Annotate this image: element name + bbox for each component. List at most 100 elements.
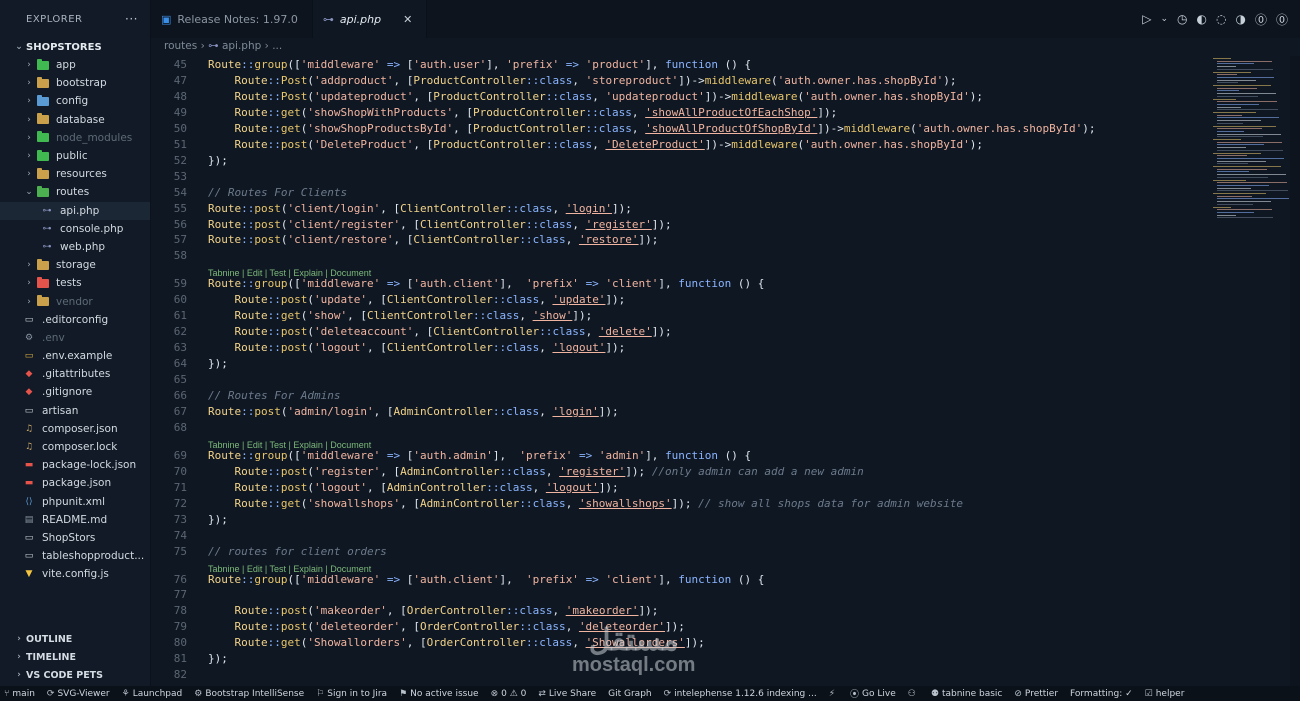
run-icon[interactable]: ▷ bbox=[1142, 12, 1151, 26]
panel-outline[interactable]: › OUTLINE bbox=[0, 630, 150, 648]
tree-item[interactable]: ⟨⟩ phpunit.xml bbox=[0, 493, 150, 511]
status-item[interactable]: ⚘ Launchpad bbox=[122, 689, 183, 699]
code-line[interactable]: }); bbox=[208, 513, 228, 526]
status-item[interactable]: ⚙ Bootstrap IntelliSense bbox=[194, 689, 304, 699]
code-line[interactable]: Route::post('deleteaccount', [ClientCont… bbox=[208, 325, 672, 338]
ellipsis-icon[interactable]: ··· bbox=[125, 12, 138, 26]
tree-item[interactable]: ▤ README.md bbox=[0, 511, 150, 529]
panel-timeline[interactable]: › TIMELINE bbox=[0, 648, 150, 666]
commit-icon[interactable]: ◌ bbox=[1216, 12, 1226, 26]
minimap-line bbox=[1217, 130, 1244, 132]
tree-item[interactable]: › app bbox=[0, 56, 150, 74]
tree-item[interactable]: ▼ vite.config.js bbox=[0, 565, 150, 583]
minimap[interactable] bbox=[1205, 56, 1300, 686]
tree-item[interactable]: ⊶ console.php bbox=[0, 220, 150, 238]
status-item[interactable]: ⚡ bbox=[829, 689, 838, 699]
code-line[interactable]: Route::post('logout', [AdminController::… bbox=[208, 481, 619, 494]
code-line[interactable]: Route::post('DeleteProduct', [ProductCon… bbox=[208, 138, 983, 151]
status-item[interactable]: ☑ helper bbox=[1145, 689, 1185, 699]
code-line[interactable]: Route::post('register', [AdminController… bbox=[208, 465, 864, 478]
code-line[interactable]: // Routes For Clients bbox=[208, 186, 347, 199]
tree-item[interactable]: ▭ ShopStors bbox=[0, 529, 150, 547]
tree-item[interactable]: › vendor bbox=[0, 292, 150, 310]
code-line[interactable]: Route::Post('updateproduct', [ProductCon… bbox=[208, 90, 983, 103]
tree-item[interactable]: ◆ .gitignore bbox=[0, 383, 150, 401]
tree-item[interactable]: ⚙ .env bbox=[0, 329, 150, 347]
status-item[interactable]: ⇄ Live Share bbox=[538, 689, 596, 699]
tree-item[interactable]: › node_modules bbox=[0, 129, 150, 147]
tree-item[interactable]: › bootstrap bbox=[0, 74, 150, 92]
code-line[interactable]: Route::get('showShopWithProducts', [Prod… bbox=[208, 106, 838, 119]
tab-api-php[interactable]: ⊶ api.php ✕ bbox=[312, 0, 428, 38]
status-item[interactable]: ⚉ tabnine basic bbox=[931, 689, 1003, 699]
panel-label: VS CODE PETS bbox=[26, 669, 104, 681]
tree-item[interactable]: ⊶ api.php bbox=[0, 201, 150, 220]
code-line[interactable]: Route::post('makeorder', [OrderControlle… bbox=[208, 604, 659, 617]
status-item[interactable]: ⦿ Go Live bbox=[850, 687, 896, 701]
status-item[interactable]: ⊗ 0 ⚠ 0 bbox=[491, 689, 527, 699]
status-item[interactable]: ⑂ main bbox=[4, 689, 35, 699]
history-icon[interactable]: ◷ bbox=[1177, 12, 1187, 26]
tree-item[interactable]: › storage bbox=[0, 256, 150, 274]
breadcrumb-file[interactable]: api.php bbox=[222, 40, 261, 52]
tree-item[interactable]: › database bbox=[0, 111, 150, 129]
code-editor[interactable]: 45 Route::group(['middleware' => ['auth.u… bbox=[151, 56, 1201, 686]
go-forward-icon[interactable]: ◑ bbox=[1235, 12, 1245, 26]
breadcrumb-routes[interactable]: routes bbox=[164, 40, 197, 52]
tree-item[interactable]: ▭ .env.example bbox=[0, 347, 150, 365]
code-line[interactable]: Route::post('update', [ClientController:… bbox=[208, 293, 626, 306]
tree-item[interactable]: ◆ .gitattributes bbox=[0, 365, 150, 383]
tree-item[interactable]: ♫ composer.lock bbox=[0, 438, 150, 456]
code-line[interactable]: Route::post('logout', [ClientController:… bbox=[208, 341, 626, 354]
status-item[interactable]: ⟳ intelephense 1.12.6 indexing ... bbox=[664, 689, 817, 699]
code-line[interactable]: Route::get ('showShopProductsById', [Prod… bbox=[208, 122, 1096, 135]
line-number: 45 bbox=[173, 58, 187, 71]
breadcrumb-symbol[interactable]: ... bbox=[272, 40, 282, 52]
code-line[interactable]: Route::post('client/login', [ClientContr… bbox=[208, 202, 632, 215]
code-line[interactable]: // routes for client orders bbox=[208, 545, 387, 558]
code-line[interactable]: // Routes For Admins bbox=[208, 389, 340, 402]
code-line[interactable]: }); bbox=[208, 154, 228, 167]
tree-item[interactable]: › config bbox=[0, 92, 150, 110]
code-line[interactable]: Route::group(['middleware' => ['auth.cli… bbox=[208, 277, 764, 290]
github-icon[interactable]: ⓪ bbox=[1255, 11, 1267, 28]
status-item[interactable]: ⚇ bbox=[908, 689, 919, 699]
tree-item[interactable]: › resources bbox=[0, 165, 150, 183]
tree-item[interactable]: ⌄ routes bbox=[0, 183, 150, 201]
status-item[interactable]: ⚐ Sign in to Jira bbox=[316, 689, 387, 699]
code-line[interactable]: Route::get('show', [ClientController::cl… bbox=[208, 309, 593, 322]
go-back-icon[interactable]: ◐ bbox=[1197, 12, 1207, 26]
code-line[interactable]: Route::group(['middleware' => ['auth.use… bbox=[208, 58, 751, 71]
close-icon[interactable]: ✕ bbox=[403, 13, 412, 26]
code-token: post bbox=[254, 404, 281, 418]
tree-item[interactable]: ▭ tableshopproduct... bbox=[0, 547, 150, 565]
account-icon[interactable]: ⓪ bbox=[1276, 11, 1288, 28]
vertical-scrollbar[interactable] bbox=[1290, 56, 1300, 686]
panel-vs-code-pets[interactable]: › VS CODE PETS bbox=[0, 666, 150, 684]
tree-item[interactable]: › public bbox=[0, 147, 150, 165]
status-item[interactable]: ⟳ SVG-Viewer bbox=[47, 689, 110, 699]
chevron-down-icon[interactable]: ⌄ bbox=[1160, 14, 1168, 24]
tree-item[interactable]: ▭ .editorconfig bbox=[0, 311, 150, 329]
tree-item[interactable]: ⊶ web.php bbox=[0, 238, 150, 256]
code-line[interactable]: Route::group(['middleware' => ['auth.adm… bbox=[208, 449, 751, 462]
code-line[interactable]: Route::post('client/restore', [ClientCon… bbox=[208, 233, 658, 246]
status-item[interactable]: Formatting: ✓ bbox=[1070, 689, 1133, 699]
tree-item[interactable]: › tests bbox=[0, 274, 150, 292]
code-line[interactable]: }); bbox=[208, 357, 228, 370]
tree-item[interactable]: ♫ composer.json bbox=[0, 420, 150, 438]
status-item[interactable]: Git Graph bbox=[608, 689, 651, 699]
code-line[interactable]: }); bbox=[208, 652, 228, 665]
code-line[interactable]: Route::post('admin/login', [AdminControl… bbox=[208, 405, 619, 418]
status-item[interactable]: ⊘ Prettier bbox=[1014, 689, 1058, 699]
code-line[interactable]: Route::Post('addproduct', [ProductContro… bbox=[208, 74, 957, 87]
tree-item[interactable]: ▭ artisan bbox=[0, 402, 150, 420]
tree-item[interactable]: ▬ package-lock.json bbox=[0, 456, 150, 474]
status-item[interactable]: ⚑ No active issue bbox=[399, 689, 479, 699]
code-line[interactable]: Route::get('showallshops', [AdminControl… bbox=[208, 497, 964, 510]
workspace-root[interactable]: ⌄ SHOPSTORES bbox=[0, 38, 150, 56]
tab-release-notes[interactable]: ▣ Release Notes: 1.97.0 bbox=[151, 0, 313, 38]
code-line[interactable]: Route::post('client/register', [ClientCo… bbox=[208, 218, 672, 231]
code-line[interactable]: Route::group(['middleware' => ['auth.cli… bbox=[208, 573, 764, 586]
tree-item[interactable]: ▬ package.json bbox=[0, 474, 150, 492]
